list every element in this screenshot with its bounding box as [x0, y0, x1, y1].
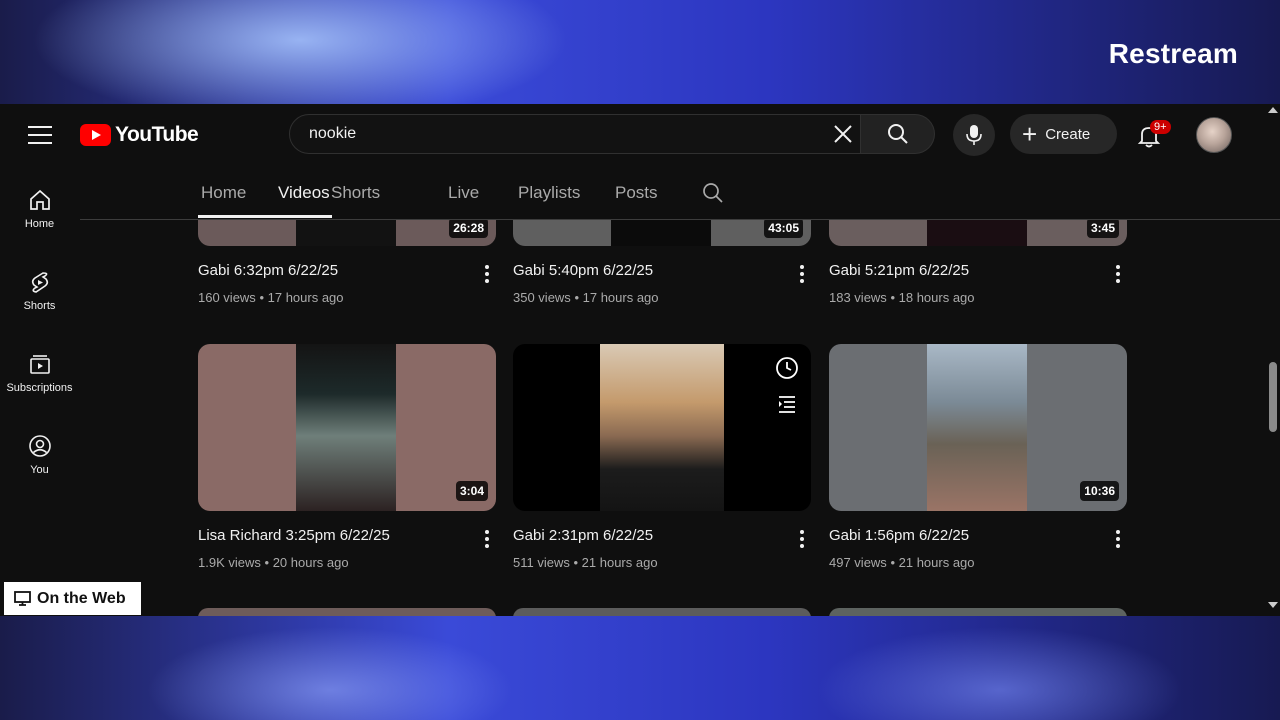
video-title[interactable]: Gabi 6:32pm 6/22/25 — [198, 262, 338, 279]
search-box — [289, 114, 861, 154]
meta-separator: • — [264, 555, 270, 570]
search-icon — [887, 124, 908, 144]
on-the-web-badge: On the Web — [4, 582, 141, 615]
view-count: 160 views — [198, 290, 256, 305]
upload-age: 21 hours ago — [898, 555, 975, 570]
video-meta: 350 views • 17 hours ago — [513, 290, 659, 305]
video-meta: 160 views • 17 hours ago — [198, 290, 344, 305]
on-the-web-label: On the Web — [37, 589, 126, 607]
duration-badge: 3:45 — [1086, 218, 1119, 238]
add-to-queue-icon[interactable] — [775, 392, 799, 416]
video-thumbnail[interactable] — [829, 608, 1127, 616]
tab-videos[interactable]: Videos — [278, 183, 330, 203]
search-icon[interactable] — [702, 182, 724, 204]
more-actions-icon[interactable] — [1108, 527, 1128, 551]
more-actions-icon[interactable] — [1108, 262, 1128, 286]
video-meta: 1.9K views • 20 hours ago — [198, 555, 349, 570]
voice-search-button[interactable] — [953, 114, 995, 156]
meta-separator: • — [574, 290, 579, 305]
view-count: 511 views — [513, 555, 570, 570]
active-tab-indicator — [198, 215, 332, 218]
video-thumbnail[interactable] — [198, 608, 496, 616]
upload-age: 17 hours ago — [582, 290, 659, 305]
youtube-play-icon — [80, 124, 111, 146]
more-actions-icon[interactable] — [477, 527, 497, 551]
view-count: 1.9K views — [198, 555, 261, 570]
video-title[interactable]: Gabi 2:31pm 6/22/25 — [513, 527, 653, 544]
scrollbar-thumb[interactable] — [1269, 362, 1277, 432]
rail-item-subscriptions[interactable]: Subscriptions — [0, 352, 79, 394]
channel-tabs: Home Videos Shorts Live Playlists Posts — [80, 164, 1280, 220]
more-actions-icon[interactable] — [792, 262, 812, 286]
scroll-down-arrow-icon[interactable] — [1268, 602, 1278, 608]
tab-live[interactable]: Live — [448, 183, 479, 203]
upload-age: 17 hours ago — [267, 290, 344, 305]
youtube-window: YouTube + Create 9+ Home Shorts Subscrip… — [0, 104, 1280, 616]
more-actions-icon[interactable] — [477, 262, 497, 286]
logo-text: YouTube — [115, 123, 199, 146]
tab-home[interactable]: Home — [201, 183, 246, 203]
meta-separator: • — [890, 290, 895, 305]
notification-count-badge: 9+ — [1150, 120, 1171, 134]
video-title[interactable]: Gabi 5:21pm 6/22/25 — [829, 262, 969, 279]
restream-logo: Restream — [1108, 38, 1238, 69]
home-icon — [29, 189, 50, 210]
rail-label-you: You — [30, 464, 49, 476]
upload-age: 21 hours ago — [581, 555, 658, 570]
video-thumbnail[interactable] — [513, 608, 811, 616]
meta-separator: • — [259, 290, 264, 305]
search-button[interactable] — [861, 114, 935, 154]
view-count: 350 views — [513, 290, 571, 305]
scrollbar[interactable] — [1266, 104, 1280, 616]
video-meta: 497 views • 21 hours ago — [829, 555, 975, 570]
tab-shorts[interactable]: Shorts — [331, 183, 380, 203]
duration-badge: 26:28 — [449, 218, 488, 238]
meta-separator: • — [573, 555, 579, 570]
video-thumbnail[interactable] — [513, 344, 811, 511]
upload-age: 20 hours ago — [272, 555, 349, 570]
shorts-icon — [31, 272, 48, 293]
video-thumbnail[interactable]: 3:04 — [198, 344, 496, 511]
tab-playlists[interactable]: Playlists — [518, 183, 580, 203]
view-count: 497 views — [829, 555, 887, 570]
rail-item-shorts[interactable]: Shorts — [0, 270, 79, 312]
rail-item-you[interactable]: You — [0, 434, 79, 476]
watch-later-icon[interactable] — [775, 356, 799, 380]
duration-badge: 10:36 — [1080, 481, 1119, 501]
create-button[interactable]: + Create — [1010, 114, 1117, 154]
tab-posts[interactable]: Posts — [615, 183, 658, 203]
video-title[interactable]: Gabi 5:40pm 6/22/25 — [513, 262, 653, 279]
meta-separator: • — [890, 555, 895, 570]
more-actions-icon[interactable] — [792, 527, 812, 551]
rail-item-home[interactable]: Home — [0, 188, 79, 230]
rail-label-subscriptions: Subscriptions — [6, 382, 73, 394]
create-label: Create — [1045, 125, 1091, 143]
subscriptions-icon — [29, 355, 50, 374]
upload-age: 18 hours ago — [898, 290, 975, 305]
youtube-logo[interactable]: YouTube — [80, 123, 199, 147]
rail-label-shorts: Shorts — [23, 300, 56, 312]
menu-icon[interactable] — [28, 126, 52, 144]
avatar[interactable] — [1196, 117, 1232, 153]
you-icon — [28, 435, 51, 457]
microphone-icon — [966, 125, 982, 145]
plus-icon: + — [1022, 119, 1038, 149]
rail-label-home: Home — [24, 218, 55, 230]
search-input[interactable] — [307, 124, 811, 144]
duration-badge: 43:05 — [764, 218, 803, 238]
video-title[interactable]: Lisa Richard 3:25pm 6/22/25 — [198, 527, 390, 544]
scroll-up-arrow-icon[interactable] — [1268, 107, 1278, 113]
monitor-icon — [14, 591, 31, 606]
duration-badge: 3:04 — [455, 481, 488, 501]
view-count: 183 views — [829, 290, 887, 305]
video-meta: 183 views • 18 hours ago — [829, 290, 975, 305]
video-thumbnail[interactable]: 10:36 — [829, 344, 1127, 511]
video-meta: 511 views • 21 hours ago — [513, 555, 658, 570]
video-title[interactable]: Gabi 1:56pm 6/22/25 — [829, 527, 969, 544]
close-icon[interactable] — [832, 123, 854, 145]
